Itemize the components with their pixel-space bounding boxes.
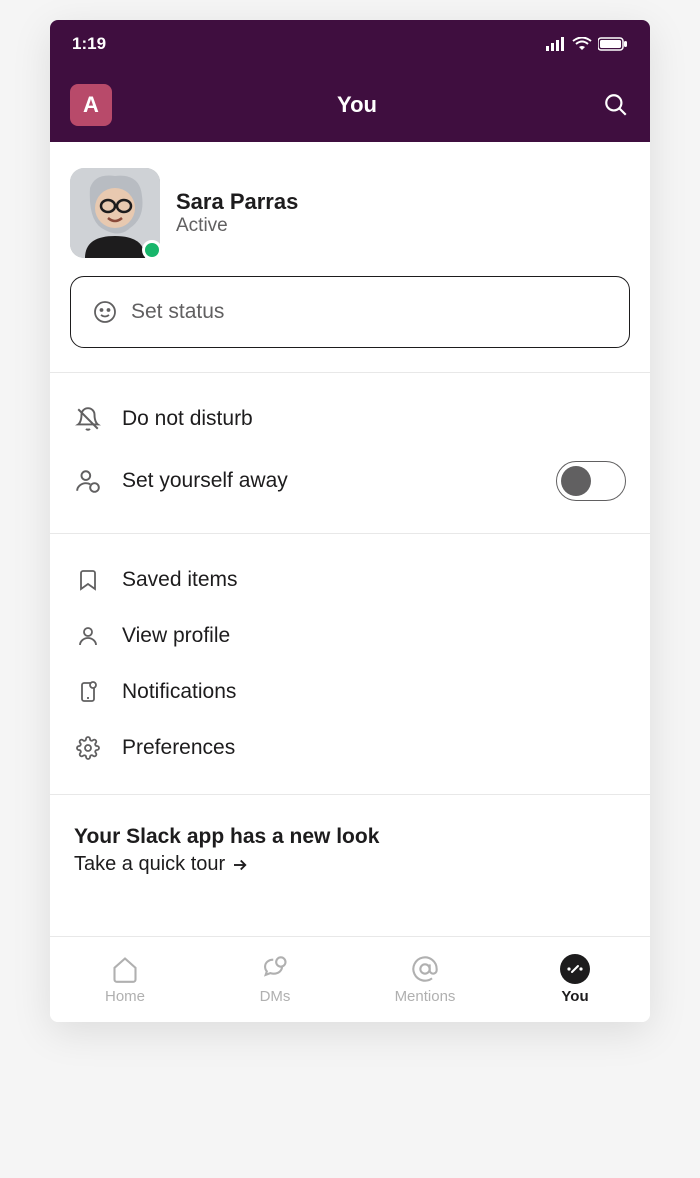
- menu-section-presence: Do not disturb Set yourself away: [50, 373, 650, 533]
- battery-icon: [598, 37, 628, 51]
- home-icon: [110, 954, 140, 984]
- person-away-icon: [74, 467, 102, 495]
- tab-bar: Home DMs Mentions You: [50, 936, 650, 1022]
- system-status-bar: 1:19: [50, 20, 650, 68]
- phone-notify-icon: [74, 678, 102, 706]
- menu-item-label: Saved items: [122, 568, 238, 592]
- notifications-item[interactable]: Notifications: [50, 664, 650, 720]
- gear-icon: [74, 734, 102, 762]
- toggle-knob: [561, 466, 591, 496]
- workspace-letter: A: [83, 92, 99, 118]
- status-input-wrap: Set status: [50, 268, 650, 372]
- app-frame: 1:19 A You: [50, 20, 650, 1022]
- presence-indicator: [142, 240, 162, 260]
- tab-label: DMs: [260, 988, 291, 1005]
- new-look-banner[interactable]: Your Slack app has a new look Take a qui…: [50, 795, 650, 936]
- profile-presence: Active: [176, 215, 298, 237]
- avatar-wrap: [70, 168, 160, 258]
- wifi-icon: [572, 37, 592, 51]
- saved-items-item[interactable]: Saved items: [50, 552, 650, 608]
- take-tour-link[interactable]: Take a quick tour: [74, 853, 626, 876]
- cellular-icon: [546, 37, 566, 51]
- away-toggle[interactable]: [556, 461, 626, 501]
- clock: 1:19: [72, 34, 106, 54]
- smile-icon: [93, 300, 117, 324]
- search-button[interactable]: [602, 91, 630, 119]
- menu-item-label: Do not disturb: [122, 407, 253, 431]
- app-header: A You: [50, 68, 650, 142]
- content: Sara Parras Active Set status Do not dis…: [50, 142, 650, 936]
- new-look-title: Your Slack app has a new look: [74, 825, 626, 849]
- arrow-right-icon: [231, 856, 249, 874]
- tab-label: You: [561, 988, 588, 1005]
- set-away-item[interactable]: Set yourself away: [50, 447, 650, 515]
- person-icon: [74, 622, 102, 650]
- you-icon: [560, 954, 590, 984]
- menu-item-label: View profile: [122, 624, 230, 648]
- menu-item-label: Set yourself away: [122, 469, 288, 493]
- workspace-switcher[interactable]: A: [70, 84, 112, 126]
- tab-label: Mentions: [395, 988, 456, 1005]
- menu-section-settings: Saved items View profile Notifications P…: [50, 534, 650, 794]
- profile-text: Sara Parras Active: [176, 189, 298, 237]
- do-not-disturb-item[interactable]: Do not disturb: [50, 391, 650, 447]
- tab-dms[interactable]: DMs: [200, 937, 350, 1022]
- status-placeholder: Set status: [131, 300, 224, 324]
- menu-item-label: Notifications: [122, 680, 236, 704]
- tab-home[interactable]: Home: [50, 937, 200, 1022]
- page-title: You: [337, 92, 377, 118]
- dms-icon: [260, 954, 290, 984]
- preferences-item[interactable]: Preferences: [50, 720, 650, 776]
- tab-you[interactable]: You: [500, 937, 650, 1022]
- menu-item-label: Preferences: [122, 736, 235, 760]
- set-status-button[interactable]: Set status: [70, 276, 630, 348]
- at-icon: [410, 954, 440, 984]
- new-look-link-text: Take a quick tour: [74, 853, 225, 876]
- view-profile-item[interactable]: View profile: [50, 608, 650, 664]
- bell-off-icon: [74, 405, 102, 433]
- search-icon: [603, 92, 629, 118]
- status-indicators: [546, 37, 628, 51]
- tab-label: Home: [105, 988, 145, 1005]
- profile-name: Sara Parras: [176, 189, 298, 215]
- tab-mentions[interactable]: Mentions: [350, 937, 500, 1022]
- profile-row[interactable]: Sara Parras Active: [50, 142, 650, 268]
- bookmark-icon: [74, 566, 102, 594]
